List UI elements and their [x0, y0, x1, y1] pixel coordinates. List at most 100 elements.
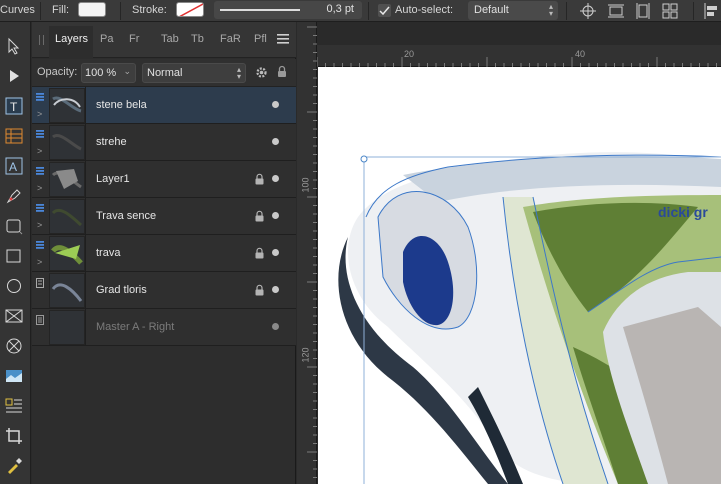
layer-row[interactable]: > strehe: [32, 124, 296, 161]
auto-select-checkbox[interactable]: [378, 4, 391, 17]
chevron-down-icon: ⌄: [123, 66, 131, 76]
layer-options-bar: Opacity: 100 % ⌄ Normal ▴ ▾: [32, 59, 296, 87]
vector-crop-tool[interactable]: [2, 394, 28, 420]
opacity-field[interactable]: 100 % ⌄: [81, 63, 136, 83]
distribute-button[interactable]: [632, 0, 654, 21]
tab-find-replace[interactable]: FaR: [220, 33, 241, 45]
ellipse-tool[interactable]: [2, 274, 28, 300]
layer-type-icon[interactable]: [36, 241, 44, 251]
layer-row[interactable]: > Layer1: [32, 161, 296, 198]
node-tool[interactable]: [2, 64, 28, 90]
lock-icon[interactable]: [255, 284, 264, 296]
layer-name[interactable]: Trava sence: [96, 210, 156, 222]
layer-name[interactable]: Layer1: [96, 173, 130, 185]
shape-tool[interactable]: [2, 214, 28, 240]
lock-icon[interactable]: [255, 210, 264, 222]
tools-panel: T A: [0, 22, 31, 484]
stroke-width-slider[interactable]: 0,3 pt: [214, 1, 362, 19]
lock-icon[interactable]: [255, 247, 264, 259]
visibility-dot-icon[interactable]: [272, 101, 279, 108]
tab-tb[interactable]: Tb: [191, 33, 204, 45]
opacity-value: 100 %: [85, 67, 117, 79]
layer-type-icon[interactable]: [36, 315, 44, 325]
stroke-swatch[interactable]: [176, 2, 204, 17]
blend-mode-dropdown[interactable]: Normal ▴ ▾: [142, 63, 246, 83]
layer-row[interactable]: Grad tloris: [32, 272, 296, 309]
layer-name[interactable]: Grad tloris: [96, 284, 147, 296]
layer-thumbnail: [49, 273, 85, 308]
visibility-dot-icon[interactable]: [272, 212, 279, 219]
lock-icon[interactable]: [255, 173, 264, 185]
layer-name[interactable]: trava: [96, 247, 120, 259]
tab-pages[interactable]: Pa: [100, 33, 113, 45]
frame-cross-icon: [5, 309, 23, 323]
node-pointer-icon: [10, 70, 19, 82]
ellipse-frame-tool[interactable]: [2, 334, 28, 360]
rectangle-tool[interactable]: [2, 244, 28, 270]
lock-icon[interactable]: [277, 65, 287, 78]
expand-chevron-icon[interactable]: >: [37, 183, 42, 193]
row-divider: [85, 235, 86, 271]
expand-chevron-icon[interactable]: >: [37, 109, 42, 119]
visibility-dot-icon[interactable]: [272, 323, 279, 330]
layer-row[interactable]: Master A - Right: [32, 309, 296, 346]
text-frame-icon: T: [5, 97, 23, 115]
layer-row[interactable]: > stene bela: [32, 87, 296, 124]
layer-type-icon[interactable]: [36, 204, 44, 214]
layer-type-icon[interactable]: [36, 93, 44, 103]
layer-type-icon[interactable]: [36, 278, 44, 288]
artistic-text-tool[interactable]: A: [2, 154, 28, 180]
align-button[interactable]: [605, 0, 627, 21]
align-horizontal-icon: [608, 4, 624, 18]
align-left-button[interactable]: [700, 0, 721, 21]
tab-frames[interactable]: Fr: [129, 33, 139, 45]
row-divider: [85, 198, 86, 234]
toolbar-divider: [40, 2, 41, 20]
gear-icon[interactable]: [255, 66, 268, 79]
tab-table[interactable]: Tab: [161, 33, 179, 45]
panel-grip-icon[interactable]: [39, 35, 44, 45]
image-icon: [6, 370, 22, 382]
visibility-dot-icon[interactable]: [272, 286, 279, 293]
expand-chevron-icon[interactable]: >: [37, 257, 42, 267]
ruler-label-120: 120: [300, 347, 311, 363]
checkmark-icon: [379, 6, 390, 16]
toolbar-divider: [368, 2, 369, 20]
row-divider: [85, 124, 86, 160]
arrow-pointer-icon: [8, 37, 20, 55]
fill-label: Fill:: [52, 4, 70, 16]
layer-name[interactable]: strehe: [96, 136, 127, 148]
layer-name[interactable]: Master A - Right: [96, 321, 174, 333]
layer-thumbnail: [49, 199, 85, 234]
tab-layers[interactable]: Layers: [55, 33, 88, 45]
place-image-tool[interactable]: [2, 364, 28, 390]
layer-type-icon[interactable]: [36, 130, 44, 140]
text-frame-tool[interactable]: T: [2, 94, 28, 120]
layer-type-icon[interactable]: [36, 167, 44, 177]
document-canvas[interactable]: dicki gr: [318, 67, 721, 484]
row-divider: [85, 87, 86, 123]
mode-label: Curves: [0, 4, 35, 16]
horizontal-ruler[interactable]: mm 20 40: [297, 45, 721, 67]
vertical-ruler[interactable]: 100 120: [297, 22, 317, 484]
fill-swatch[interactable]: [78, 2, 106, 17]
visibility-dot-icon[interactable]: [272, 175, 279, 182]
expand-chevron-icon[interactable]: >: [37, 146, 42, 156]
expand-chevron-icon[interactable]: >: [37, 220, 42, 230]
table-tool[interactable]: [2, 124, 28, 150]
layer-row[interactable]: > trava: [32, 235, 296, 272]
move-tool[interactable]: [2, 34, 28, 60]
visibility-dot-icon[interactable]: [272, 249, 279, 256]
picture-frame-tool[interactable]: [2, 304, 28, 330]
auto-select-dropdown[interactable]: Default ▴ ▾: [468, 1, 558, 20]
crop-tool[interactable]: [2, 424, 28, 450]
tab-preflight[interactable]: Pfl: [254, 33, 267, 45]
layer-row[interactable]: > Trava sence: [32, 198, 296, 235]
panel-menu-icon[interactable]: [277, 34, 289, 44]
grid-button[interactable]: [659, 0, 681, 21]
color-picker-tool[interactable]: [2, 454, 28, 480]
pen-tool[interactable]: [2, 184, 28, 210]
transform-origin-button[interactable]: [577, 0, 599, 21]
visibility-dot-icon[interactable]: [272, 138, 279, 145]
layer-name[interactable]: stene bela: [96, 99, 147, 111]
